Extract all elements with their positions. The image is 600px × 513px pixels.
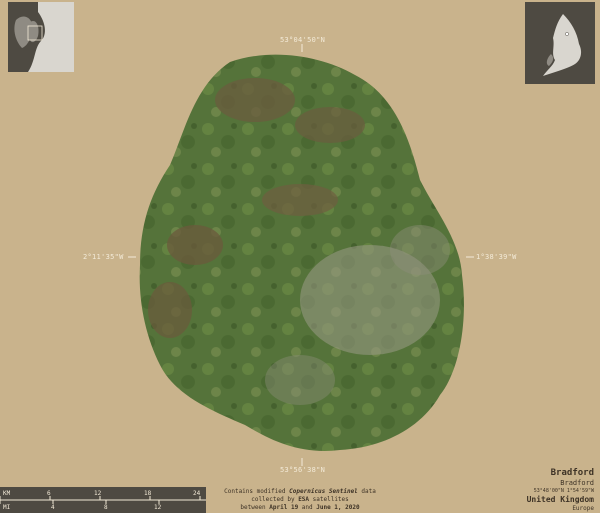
credit-source: Copernicus Sentinel — [289, 488, 358, 495]
scale-km-tick: 12 — [94, 490, 102, 497]
inset-uk — [525, 2, 595, 84]
credit-text: Contains modified — [224, 488, 290, 495]
location-info: Bradford Bradford 53°48'00"N 1°54'59"W U… — [527, 468, 594, 513]
credit-agency: ESA — [298, 496, 310, 503]
scale-mi-tick: 12 — [154, 504, 162, 511]
inset-northwest-europe — [8, 2, 74, 72]
scale-bar: KM 6 12 18 24 MI 4 8 12 — [0, 487, 206, 513]
credit-text: collected by — [251, 496, 299, 503]
moorland-patch — [295, 107, 365, 143]
credit-date-end: June 1, 2020 — [316, 504, 360, 511]
scale-mi-tick: 4 — [51, 504, 55, 511]
country-name: United Kingdom — [526, 495, 594, 504]
place-coordinates: 53°48'00"N 1°54'59"W — [533, 488, 594, 494]
europe-outline-icon — [8, 2, 74, 72]
moorland-patch — [167, 225, 223, 265]
scale-mi-tick: 8 — [104, 504, 108, 511]
urban-area — [390, 225, 450, 275]
scale-km-label: KM — [3, 490, 11, 497]
coordinate-bottom-label: 53°56'38"N — [280, 466, 326, 474]
credit-text: between — [240, 504, 270, 511]
scale-bar-lines — [0, 496, 206, 504]
coordinate-top-label: 53°04'50"N — [280, 36, 326, 44]
scale-km-tick: 24 — [193, 490, 201, 497]
place-subname: Bradford — [560, 479, 594, 487]
data-credit: Contains modified Copernicus Sentinel da… — [220, 488, 380, 512]
credit-text: satellites — [309, 496, 349, 503]
moorland-patch — [215, 78, 295, 122]
continent-name: Europe — [572, 505, 594, 512]
scale-mi-label: MI — [3, 504, 11, 511]
urban-area — [265, 355, 335, 405]
moorland-patch — [148, 282, 192, 338]
credit-date-start: April 19 — [269, 504, 299, 511]
credit-text: data — [357, 488, 376, 495]
coordinate-left-label: 2°11'35"W — [83, 253, 124, 261]
scale-km-tick: 18 — [144, 490, 152, 497]
moorland-patch — [262, 184, 338, 216]
england-outline-icon — [525, 2, 595, 84]
credit-text: and — [298, 504, 317, 511]
coordinate-right-label: 1°38'39"W — [476, 253, 517, 261]
scale-km-tick: 6 — [47, 490, 51, 497]
place-name: Bradford — [550, 468, 594, 478]
